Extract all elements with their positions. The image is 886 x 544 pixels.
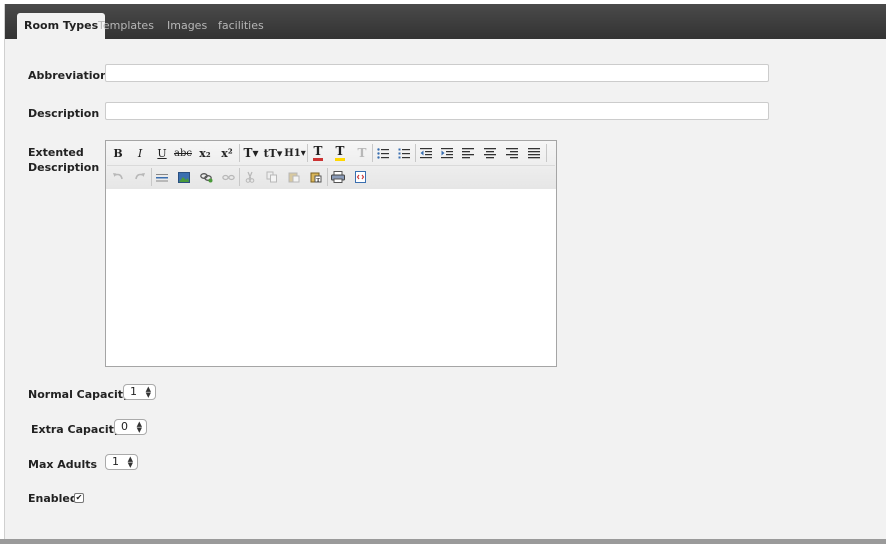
text-color-icon: T	[313, 143, 323, 158]
extended-description-label: Extented Description	[28, 145, 99, 175]
scissors-icon	[245, 171, 255, 183]
max-adults-stepper[interactable]: 1 ▲ ▼	[105, 454, 138, 470]
paste-icon	[288, 172, 300, 183]
numbered-list-icon	[398, 148, 410, 158]
justify-icon	[528, 147, 540, 158]
bold-button[interactable]: B	[108, 143, 128, 163]
extra-capacity-stepper[interactable]: 0 ▲ ▼	[114, 419, 147, 435]
cut-button[interactable]	[240, 167, 260, 187]
abbreviation-input[interactable]	[105, 64, 769, 82]
italic-button[interactable]: I	[130, 143, 150, 163]
copy-button[interactable]	[262, 167, 282, 187]
extended-description-label-line2: Description	[28, 161, 100, 174]
text-color-swatch	[313, 157, 323, 161]
bulleted-list-icon	[377, 147, 389, 159]
printer-icon	[331, 171, 345, 183]
tab-bar: Room Types Templates Images facilities	[5, 4, 886, 39]
print-button[interactable]	[328, 167, 348, 187]
max-adults-label: Max Adults	[28, 458, 98, 471]
description-input[interactable]	[105, 102, 769, 120]
redo-button[interactable]	[130, 167, 150, 187]
align-left-button[interactable]	[458, 143, 478, 163]
bulleted-list-button[interactable]	[373, 143, 393, 163]
stepper-arrows-icon: ▲ ▼	[145, 385, 151, 399]
paste-button[interactable]	[284, 167, 304, 187]
insert-link-button[interactable]	[196, 167, 216, 187]
underline-button[interactable]: U	[152, 143, 172, 163]
undo-icon	[113, 172, 123, 179]
image-icon	[178, 171, 190, 183]
align-right-icon	[506, 147, 518, 158]
stepper-arrows-icon: ▲ ▼	[127, 455, 133, 469]
bottom-scrollbar[interactable]	[0, 539, 886, 544]
align-left-icon	[462, 147, 474, 158]
editor-toolbar-row-1: B I U abc x₂ x² T▾ tT▾ H1▾ T T T	[107, 142, 555, 164]
extra-capacity-label: Extra Capacity	[31, 423, 122, 436]
extra-capacity-value: 0	[121, 420, 128, 433]
font-family-dropdown[interactable]: T▾	[240, 143, 262, 163]
heading-dropdown[interactable]: H1▾	[284, 143, 306, 163]
room-types-panel: Room Types Templates Images facilities A…	[4, 4, 886, 540]
redo-icon	[135, 172, 145, 179]
extended-description-label-line1: Extented	[28, 146, 84, 159]
text-color-button[interactable]: T	[308, 143, 328, 163]
align-center-icon	[484, 147, 496, 158]
tab-facilities[interactable]: facilities	[211, 13, 271, 39]
normal-capacity-value: 1	[130, 385, 137, 398]
max-adults-value: 1	[112, 455, 119, 468]
highlight-swatch	[335, 157, 345, 161]
horizontal-rule-icon	[156, 173, 168, 181]
paste-text-icon: T	[310, 172, 322, 183]
indent-button[interactable]	[437, 143, 457, 163]
abbreviation-label: Abbreviation	[28, 69, 108, 82]
normal-capacity-stepper[interactable]: 1 ▲ ▼	[123, 384, 156, 400]
align-right-button[interactable]	[502, 143, 522, 163]
description-label: Description	[28, 107, 100, 120]
unlink-button[interactable]	[218, 167, 238, 187]
svg-text:T: T	[316, 177, 320, 183]
indent-icon	[441, 147, 453, 158]
outdent-icon	[420, 147, 432, 158]
rich-text-editor: B I U abc x₂ x² T▾ tT▾ H1▾ T T T T	[105, 140, 557, 367]
strikethrough-button[interactable]: abc	[173, 143, 193, 163]
stepper-arrows-icon: ▲ ▼	[136, 420, 142, 434]
link-icon	[199, 172, 212, 182]
highlight-button[interactable]: T	[330, 143, 350, 163]
enabled-label: Enabled	[28, 492, 78, 505]
align-center-button[interactable]	[480, 143, 500, 163]
editor-toolbar-row-2: T	[107, 165, 555, 188]
enabled-checkbox[interactable]: ✔	[74, 493, 84, 503]
superscript-button[interactable]: x²	[217, 143, 237, 163]
tab-images[interactable]: Images	[160, 13, 214, 39]
normal-capacity-label: Normal Capacity	[28, 388, 131, 401]
subscript-button[interactable]: x₂	[195, 143, 215, 163]
insert-image-button[interactable]	[174, 167, 194, 187]
font-size-dropdown[interactable]: tT▾	[262, 143, 284, 163]
editor-toolbar: B I U abc x₂ x² T▾ tT▾ H1▾ T T T T	[106, 141, 556, 190]
numbered-list-button[interactable]	[394, 143, 414, 163]
remove-format-button[interactable]: T	[352, 143, 372, 163]
horizontal-rule-button[interactable]	[152, 167, 172, 187]
undo-button[interactable]	[108, 167, 128, 187]
paste-as-text-button[interactable]: T	[306, 167, 326, 187]
justify-button[interactable]	[524, 143, 544, 163]
copy-icon	[266, 171, 277, 183]
highlight-icon: T	[335, 143, 345, 158]
toolbar-separator	[546, 144, 547, 162]
source-code-icon	[354, 171, 366, 183]
outdent-button[interactable]	[416, 143, 436, 163]
editor-content-area[interactable]	[106, 189, 556, 366]
unlink-icon	[221, 174, 235, 180]
view-source-button[interactable]	[350, 167, 370, 187]
tab-templates[interactable]: Templates	[91, 13, 161, 39]
